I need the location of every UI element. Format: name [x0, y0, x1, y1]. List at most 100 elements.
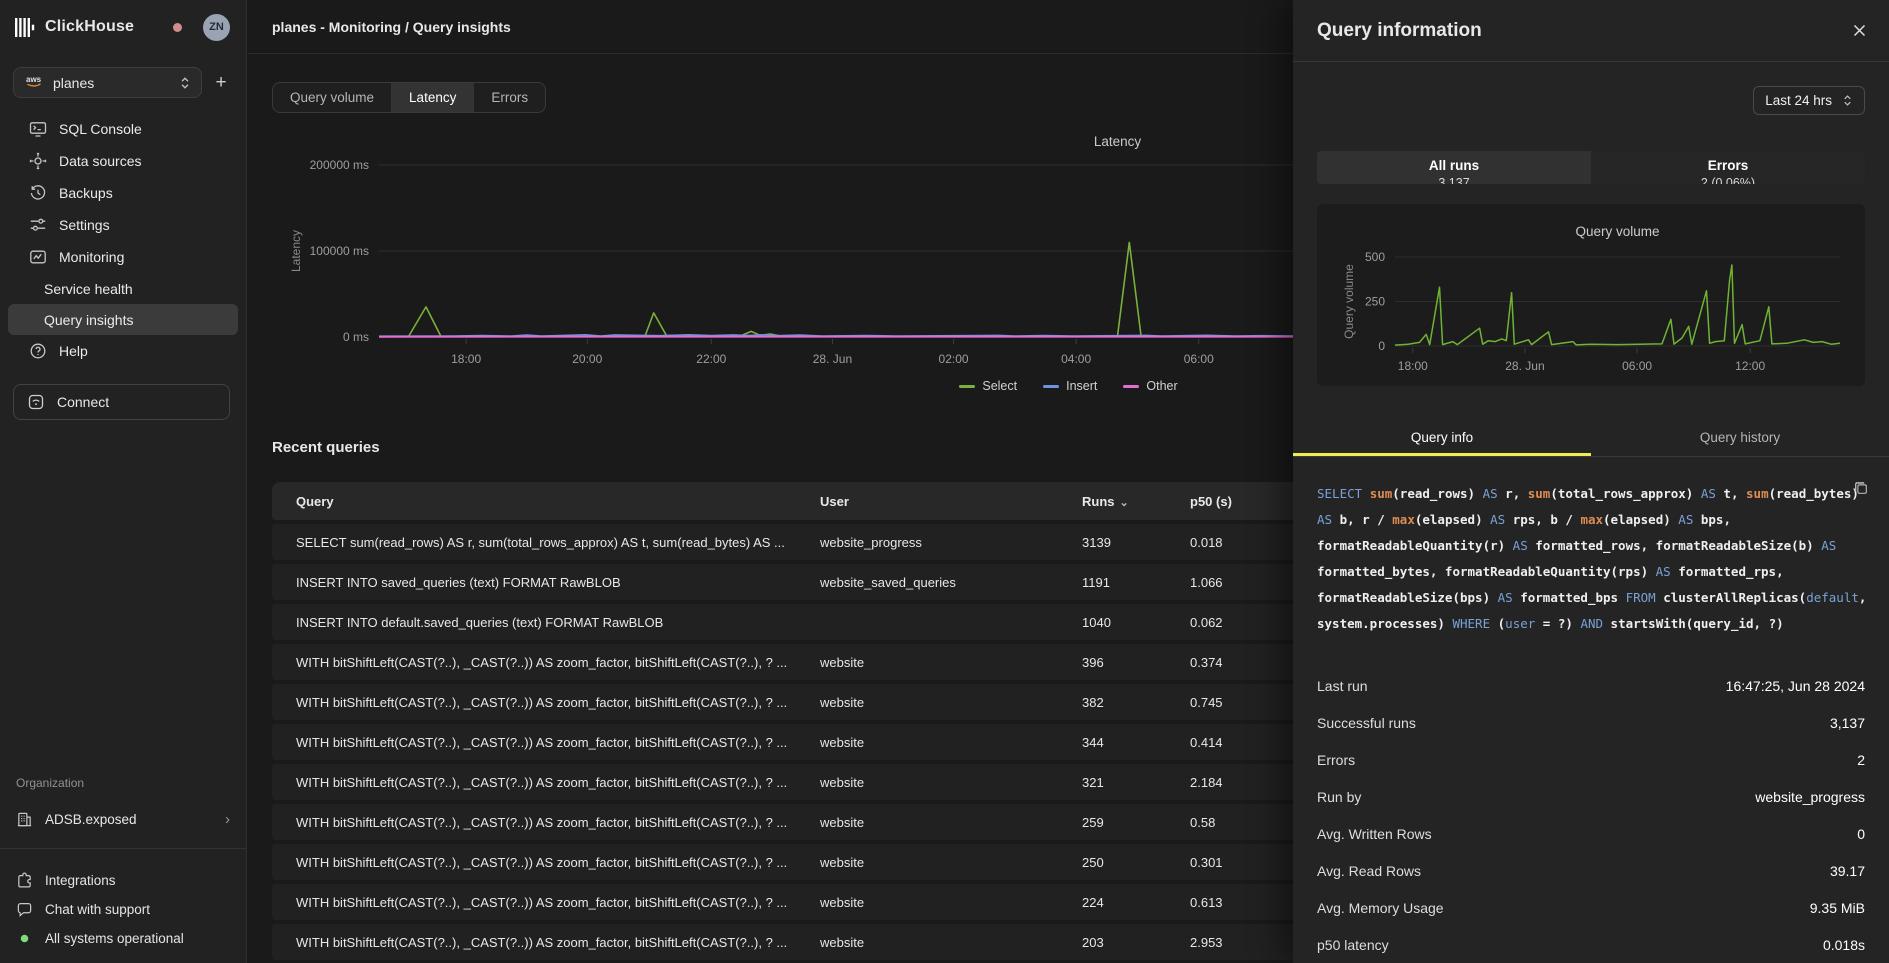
- sql-console-icon: [29, 120, 47, 138]
- runs-cell: 3139: [1058, 535, 1166, 550]
- p50-cell: 0.613: [1166, 895, 1274, 910]
- stat-value: 0.018s: [1823, 937, 1865, 953]
- sidebar-item-data-sources[interactable]: Data sources: [8, 145, 238, 177]
- sql-line: system.processes) WHERE (user = ?) AND s…: [1317, 611, 1865, 637]
- stat-label: Run by: [1317, 789, 1361, 805]
- column-header-p50-s-: p50 (s): [1166, 494, 1274, 509]
- panel-tabs: Query infoQuery history: [1293, 422, 1889, 457]
- avatar[interactable]: ZN: [203, 14, 230, 41]
- runs-errors-toggle: All runs 3,137Errors2 (0.06%): [1317, 151, 1865, 184]
- segment-errors[interactable]: Errors2 (0.06%): [1591, 151, 1865, 184]
- sidebar-item-label: Service health: [44, 281, 133, 297]
- query-volume-chart: Query volume5002500Query volume18:0028. …: [1317, 204, 1865, 386]
- stat-label: p50 latency: [1317, 937, 1389, 953]
- legend-swatch-select: [959, 385, 975, 388]
- footer-item-label: Integrations: [45, 873, 116, 888]
- p50-cell: 0.745: [1166, 695, 1274, 710]
- stat-value: website_progress: [1755, 789, 1865, 805]
- query-cell: INSERT INTO default.saved_queries (text)…: [272, 615, 796, 630]
- stat-value: 39.17: [1830, 863, 1865, 879]
- sql-line: AS b, r / max(elapsed) AS rps, b / max(e…: [1317, 507, 1865, 533]
- chevron-updown-icon: [179, 76, 191, 90]
- segment-label: Errors: [1591, 158, 1865, 173]
- stat-row-errors: Errors2: [1317, 741, 1865, 778]
- legend-item-select[interactable]: Select: [959, 379, 1017, 393]
- segment-label: All runs: [1317, 158, 1591, 173]
- add-service-button[interactable]: +: [210, 72, 232, 94]
- svg-text:12:00: 12:00: [1735, 359, 1765, 373]
- query-cell: WITH bitShiftLeft(CAST(?..), _CAST(?..))…: [272, 855, 796, 870]
- stat-label: Avg. Memory Usage: [1317, 900, 1444, 916]
- runs-cell: 250: [1058, 855, 1166, 870]
- user-cell: website: [796, 775, 1058, 790]
- column-header-query: Query: [272, 494, 796, 509]
- close-icon[interactable]: [1852, 23, 1867, 38]
- svg-text:28. Jun: 28. Jun: [1505, 359, 1544, 373]
- legend-item-insert[interactable]: Insert: [1043, 379, 1097, 393]
- sidebar-item-settings[interactable]: Settings: [8, 209, 238, 241]
- sidebar-item-service-health[interactable]: Service health: [8, 273, 238, 304]
- sidebar-item-sql-console[interactable]: SQL Console: [8, 113, 238, 145]
- svg-text:18:00: 18:00: [451, 352, 481, 366]
- tab-errors[interactable]: Errors: [473, 83, 545, 112]
- organization-name: ADSB.exposed: [45, 812, 137, 827]
- footer-item-system-status[interactable]: All systems operational: [0, 924, 246, 953]
- organization-switcher[interactable]: ADSB.exposed ›: [0, 803, 246, 835]
- query-cell: WITH bitShiftLeft(CAST(?..), _CAST(?..))…: [272, 815, 796, 830]
- backups-icon: [29, 184, 47, 202]
- sidebar-footer: Integrations Chat with supportAll systems…: [0, 866, 246, 953]
- app-name: ClickHouse: [45, 18, 134, 36]
- p50-cell: 1.066: [1166, 575, 1274, 590]
- query-cell: WITH bitShiftLeft(CAST(?..), _CAST(?..))…: [272, 895, 796, 910]
- notification-dot-icon[interactable]: [173, 23, 182, 32]
- aws-icon: aws: [24, 74, 44, 91]
- sidebar-item-backups[interactable]: Backups: [8, 177, 238, 209]
- footer-item-integrations[interactable]: Integrations: [0, 866, 246, 895]
- panel-title: Query information: [1317, 20, 1482, 42]
- connect-button[interactable]: Connect: [13, 384, 230, 420]
- query-cell: WITH bitShiftLeft(CAST(?..), _CAST(?..))…: [272, 695, 796, 710]
- sidebar-item-help[interactable]: Help: [8, 335, 238, 367]
- sql-line: SELECT sum(read_rows) AS r, sum(total_ro…: [1317, 481, 1865, 507]
- clickhouse-logo-icon: [15, 18, 36, 37]
- connect-label: Connect: [57, 394, 109, 410]
- data-sources-icon: [29, 152, 47, 170]
- sql-query-code: SELECT sum(read_rows) AS r, sum(total_ro…: [1317, 457, 1865, 637]
- p50-cell: 2.184: [1166, 775, 1274, 790]
- footer-item-chat-with-support[interactable]: Chat with support: [0, 895, 246, 924]
- time-range-select[interactable]: Last 24 hrs: [1753, 86, 1865, 115]
- service-selector-value: planes: [53, 75, 94, 91]
- runs-cell: 259: [1058, 815, 1166, 830]
- legend-label: Select: [982, 379, 1017, 393]
- chevron-right-icon: ›: [225, 811, 230, 828]
- svg-text:28. Jun: 28. Jun: [813, 352, 852, 366]
- runs-cell: 1040: [1058, 615, 1166, 630]
- user-cell: website: [796, 855, 1058, 870]
- copy-icon[interactable]: [1853, 479, 1869, 505]
- panel-tab-query-info[interactable]: Query info: [1293, 422, 1591, 456]
- sidebar-item-query-insights[interactable]: Query insights: [8, 304, 238, 335]
- query-volume-chart-canvas: Query volume5002500Query volume18:0028. …: [1317, 204, 1865, 386]
- stat-row-avg-written-rows: Avg. Written Rows0: [1317, 815, 1865, 852]
- stat-row-avg-memory-usage: Avg. Memory Usage9.35 MiB: [1317, 889, 1865, 926]
- tab-latency[interactable]: Latency: [391, 83, 473, 112]
- service-selector[interactable]: aws planes: [13, 67, 202, 98]
- sidebar-item-monitoring[interactable]: Monitoring: [8, 241, 238, 273]
- svg-text:Latency: Latency: [289, 230, 303, 272]
- panel-tab-query-history[interactable]: Query history: [1591, 422, 1889, 456]
- svg-text:100000 ms: 100000 ms: [310, 244, 369, 258]
- legend-item-other[interactable]: Other: [1123, 379, 1177, 393]
- legend-label: Other: [1146, 379, 1177, 393]
- segment-all-runs[interactable]: All runs 3,137: [1317, 151, 1591, 184]
- query-stats: Last run16:47:25, Jun 28 2024Successful …: [1317, 667, 1865, 963]
- segment-count: 3,137: [1317, 176, 1591, 184]
- legend-swatch-insert: [1043, 385, 1059, 388]
- column-header-runs[interactable]: Runs⌄: [1058, 494, 1166, 509]
- runs-cell: 382: [1058, 695, 1166, 710]
- sidebar-nav: SQL ConsoleData sources Backups SettingsMo…: [0, 113, 246, 367]
- tab-query-volume[interactable]: Query volume: [273, 83, 391, 112]
- sidebar-item-label: Backups: [59, 185, 113, 201]
- query-cell: SELECT sum(read_rows) AS r, sum(total_ro…: [272, 535, 796, 550]
- p50-cell: 0.062: [1166, 615, 1274, 630]
- sql-line: formatReadableQuantity(r) AS formatted_r…: [1317, 533, 1865, 559]
